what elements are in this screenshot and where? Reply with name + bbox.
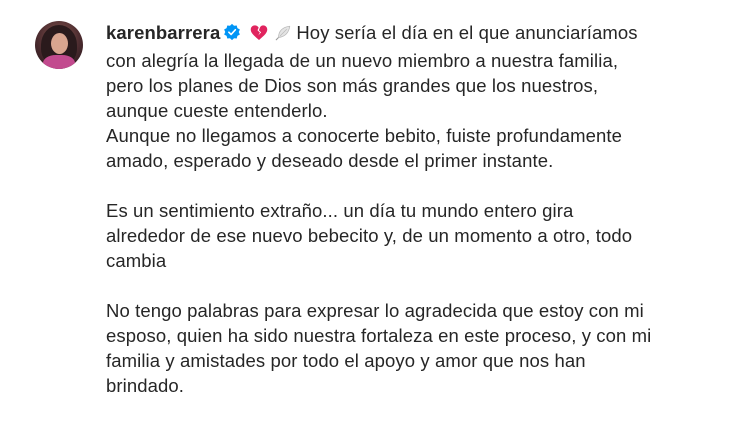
caption-line-6: amado, esperado y deseado desde el prime…	[106, 150, 554, 171]
caption-line-3: pero los planes de Dios son más grandes …	[106, 75, 599, 96]
username-link[interactable]: karenbarrera	[106, 22, 220, 43]
caption-line-2: con alegría la llegada de un nuevo miemb…	[106, 50, 619, 71]
post-caption-container: karenbarrera Hoy sería el día en el que a…	[0, 0, 750, 421]
avatar-shirt	[43, 55, 75, 69]
feather-icon	[274, 23, 292, 48]
caption-line-7: Es un sentimiento extraño... un día tu m…	[106, 200, 574, 221]
avatar[interactable]	[35, 21, 83, 69]
broken-heart-icon	[250, 22, 268, 47]
caption-line-10: No tengo palabras para expresar lo agrad…	[106, 300, 644, 321]
caption-text: karenbarrera Hoy sería el día en el que a…	[106, 20, 726, 398]
caption-line-8: alrededor de ese nuevo bebecito y, de un…	[106, 225, 633, 246]
caption-line-11: esposo, quien ha sido nuestra fortaleza …	[106, 325, 652, 346]
caption-line-9: cambia	[106, 250, 167, 271]
caption-line-13: brindado.	[106, 375, 185, 396]
caption-line-1: Hoy sería el día en el que anunciaríamos	[296, 22, 638, 43]
caption-first-line: karenbarrera Hoy sería el día en el que a…	[106, 20, 726, 48]
avatar-face	[51, 33, 68, 54]
caption-line-5: Aunque no llegamos a conocerte bebito, f…	[106, 125, 623, 146]
verified-badge-icon	[223, 22, 241, 47]
caption-line-4: aunque cueste entenderlo.	[106, 100, 328, 121]
caption-line-12: familia y amistades por todo el apoyo y …	[106, 350, 586, 371]
